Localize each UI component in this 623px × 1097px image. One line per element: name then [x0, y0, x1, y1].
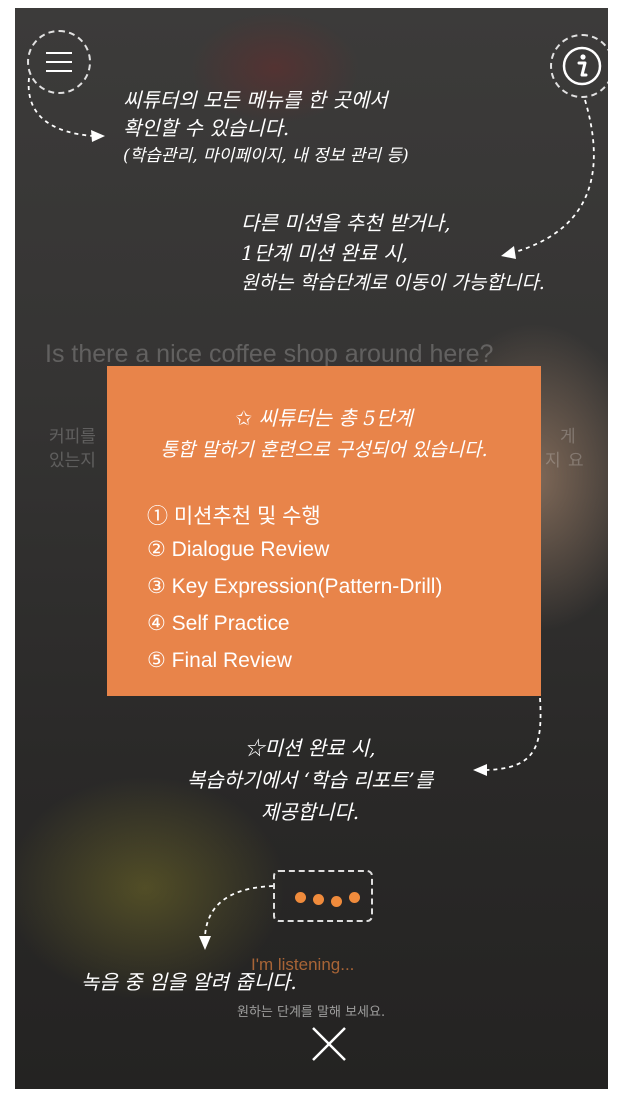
- report-tip-line-3: 제공합니다.: [260, 800, 360, 824]
- steps-info-box: ✩ 씨튜터는 총 5단계 통합 말하기 훈련으로 구성되어 있습니다. ① 미션…: [107, 366, 541, 696]
- step-item-2: ② Dialogue Review: [147, 538, 330, 561]
- recording-indicator: [273, 870, 373, 922]
- star-icon: ✩: [235, 406, 253, 430]
- report-tip-line-2: 복습하기에서 ‘학습 리포트’를: [186, 768, 434, 792]
- recording-tip: 녹음 중 임을 알려 줍니다.: [81, 970, 297, 994]
- recording-dot: [349, 892, 360, 903]
- info-tip-line-2: 1단계 미션 완료 시,: [241, 241, 408, 265]
- info-tip-line-3: 원하는 학습단계로 이동이 가능합니다.: [241, 272, 545, 294]
- recording-dot: [331, 896, 342, 907]
- report-arrow-head: [473, 764, 487, 776]
- recording-dot: [295, 892, 306, 903]
- steps-title: ✩ 씨튜터는 총 5단계 통합 말하기 훈련으로 구성되어 있습니다.: [107, 402, 541, 466]
- report-tip-line-1: ☆미션 완료 시,: [244, 736, 376, 760]
- close-button[interactable]: [309, 1024, 349, 1064]
- steps-title-line-2: 통합 말하기 훈련으로 구성되어 있습니다.: [160, 439, 488, 461]
- step-item-1: ① 미션추천 및 수행: [147, 505, 321, 528]
- step-item-5: ⑤ Final Review: [147, 649, 292, 672]
- steps-title-text: 씨튜터는 총 5단계: [258, 406, 413, 430]
- menu-tip-line-2: 확인할 수 있습니다.: [123, 116, 290, 140]
- info-tip-line-1: 다른 미션을 추천 받거나,: [241, 211, 451, 235]
- coach-mark-screen: Is there a nice coffee shop around here?…: [15, 8, 608, 1089]
- recording-dot: [313, 894, 324, 905]
- recording-arrow-head: [199, 936, 211, 950]
- menu-tip-line-3: (학습관리, 마이페이지, 내 정보 관리 등): [123, 146, 409, 166]
- step-item-4: ④ Self Practice: [147, 612, 290, 635]
- step-item-3: ③ Key Expression(Pattern-Drill): [147, 575, 443, 598]
- steps-title-line-1: ✩ 씨튜터는 총 5단계: [107, 402, 541, 434]
- menu-arrow-head: [91, 130, 105, 142]
- report-tip: ☆미션 완료 시, 복습하기에서 ‘학습 리포트’를 제공합니다.: [165, 732, 455, 828]
- info-tip: 다른 미션을 추천 받거나, 1단계 미션 완료 시, 원하는 학습단계로 이동…: [241, 208, 545, 298]
- menu-tip: 씨튜터의 모든 메뉴를 한 곳에서 확인할 수 있습니다. (학습관리, 마이페…: [123, 86, 409, 170]
- close-icon: [312, 1027, 346, 1061]
- menu-tip-line-1: 씨튜터의 모든 메뉴를 한 곳에서: [123, 88, 388, 112]
